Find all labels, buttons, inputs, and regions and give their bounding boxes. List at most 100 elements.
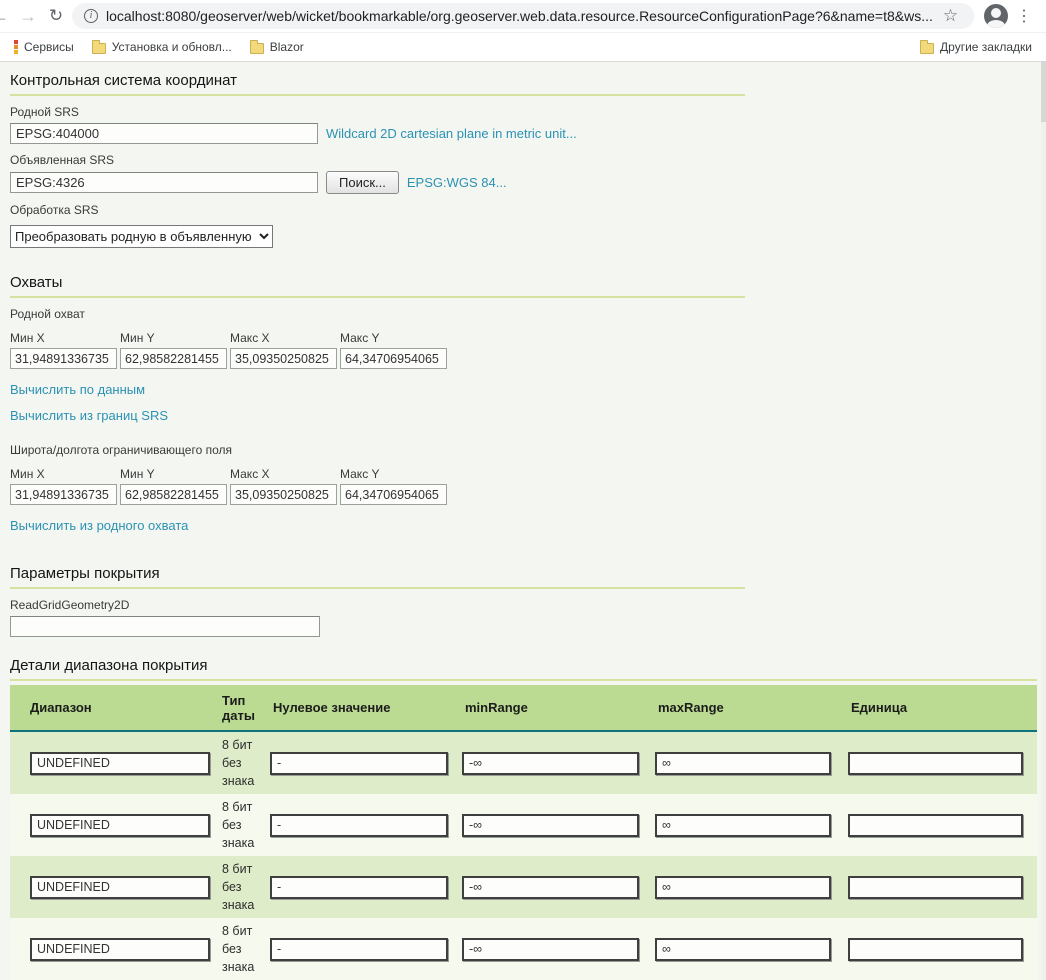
native-bbox-inputs: [10, 348, 1037, 369]
min-range-input[interactable]: [462, 938, 639, 961]
native-bbox-label: Родной охват: [10, 307, 1037, 321]
url-text[interactable]: localhost:8080/geoserver/web/wicket/book…: [106, 8, 933, 24]
services-icon: [14, 40, 18, 54]
reload-icon[interactable]: ↻: [44, 6, 68, 26]
max-range-input[interactable]: [655, 876, 831, 899]
col-maxrange: maxRange: [655, 700, 848, 715]
min-range-input[interactable]: [462, 876, 639, 899]
back-icon[interactable]: ←: [0, 6, 12, 27]
native-bbox-axis-labels: Мин X Мин Y Макс X Макс Y: [10, 331, 1037, 345]
latlon-max-y-input[interactable]: [340, 484, 447, 505]
null-value-input[interactable]: [270, 814, 448, 837]
band-datatype-text: 8 бит без знака: [222, 860, 268, 914]
forward-icon[interactable]: →: [16, 6, 40, 27]
native-max-y-input[interactable]: [340, 348, 447, 369]
max-range-input[interactable]: [655, 938, 831, 961]
band-table-row: 8 бит без знака: [10, 732, 1037, 794]
col-unit: Единица: [848, 700, 1037, 715]
declared-srs-label: Объявленная SRS: [10, 153, 1037, 167]
band-datatype-text: 8 бит без знака: [222, 736, 268, 790]
native-srs-input[interactable]: [10, 123, 318, 144]
readgridgeometry-label: ReadGridGeometry2D: [10, 598, 1037, 612]
unit-input[interactable]: [848, 938, 1023, 961]
min-range-input[interactable]: [462, 814, 639, 837]
bookmark-services[interactable]: Сервисы: [8, 38, 80, 56]
bookmark-label: Blazor: [270, 40, 304, 54]
native-min-y-input[interactable]: [120, 348, 227, 369]
min-x-label: Мин X: [10, 467, 117, 481]
latlon-bbox-inputs: [10, 484, 1037, 505]
menu-dots-icon[interactable]: ⋮: [1012, 6, 1036, 26]
max-y-label: Макс Y: [340, 467, 447, 481]
declared-srs-input[interactable]: [10, 172, 318, 193]
readgridgeometry-input[interactable]: [10, 616, 320, 637]
srs-handling-select[interactable]: Преобразовать родную в объявленную: [10, 225, 273, 248]
band-table-row: 8 бит без знака: [10, 856, 1037, 918]
latlon-bbox-label: Широта/долгота ограничивающего поля: [10, 443, 1037, 457]
bookmark-label: Установка и обновл...: [112, 40, 232, 54]
band-name-input[interactable]: [30, 752, 210, 775]
null-value-input[interactable]: [270, 752, 448, 775]
unit-input[interactable]: [848, 814, 1023, 837]
srs-handling-label: Обработка SRS: [10, 203, 1037, 217]
band-table-row: 8 бит без знака: [10, 794, 1037, 856]
declared-srs-description-link[interactable]: EPSG:WGS 84...: [407, 175, 507, 190]
max-x-label: Макс X: [230, 467, 337, 481]
compute-from-data-link[interactable]: Вычислить по данным: [10, 382, 145, 397]
band-name-input[interactable]: [30, 814, 210, 837]
unit-input[interactable]: [848, 752, 1023, 775]
native-srs-label: Родной SRS: [10, 105, 1037, 119]
min-y-label: Мин Y: [120, 467, 227, 481]
unit-input[interactable]: [848, 876, 1023, 899]
address-bar[interactable]: i localhost:8080/geoserver/web/wicket/bo…: [72, 3, 974, 29]
folder-icon: [92, 43, 106, 54]
band-table-row: 8 бит без знака: [10, 918, 1037, 980]
max-range-input[interactable]: [655, 752, 831, 775]
folder-icon: [920, 43, 934, 54]
latlon-bbox-axis-labels: Мин X Мин Y Макс X Макс Y: [10, 467, 1037, 481]
bookmark-blazor-folder[interactable]: Blazor: [244, 38, 310, 56]
min-range-input[interactable]: [462, 752, 639, 775]
band-name-input[interactable]: [30, 876, 210, 899]
max-y-label: Макс Y: [340, 331, 447, 345]
profile-avatar[interactable]: [984, 4, 1008, 28]
coverage-params-section-title: Параметры покрытия: [10, 559, 745, 589]
native-srs-description-link[interactable]: Wildcard 2D cartesian plane in metric un…: [326, 126, 577, 141]
band-datatype-text: 8 бит без знака: [222, 798, 268, 852]
max-range-input[interactable]: [655, 814, 831, 837]
bookmarks-bar: Сервисы Установка и обновл... Blazor Дру…: [0, 33, 1046, 62]
bookmark-label: Другие закладки: [940, 40, 1032, 54]
native-min-x-input[interactable]: [10, 348, 117, 369]
col-nullvalue: Нулевое значение: [270, 700, 462, 715]
latlon-min-y-input[interactable]: [120, 484, 227, 505]
col-datatype: Тип даты: [222, 693, 270, 723]
bookmark-other-folder[interactable]: Другие закладки: [914, 38, 1038, 56]
band-table-header: Диапазон Тип даты Нулевое значение minRa…: [10, 685, 1037, 732]
native-max-x-input[interactable]: [230, 348, 337, 369]
min-x-label: Мин X: [10, 331, 117, 345]
browser-toolbar: ← → ↻ i localhost:8080/geoserver/web/wic…: [0, 0, 1046, 33]
extents-section-title: Охваты: [10, 268, 745, 298]
null-value-input[interactable]: [270, 876, 448, 899]
latlon-min-x-input[interactable]: [10, 484, 117, 505]
max-x-label: Макс X: [230, 331, 337, 345]
min-y-label: Мин Y: [120, 331, 227, 345]
bookmark-star-icon[interactable]: ☆: [941, 6, 960, 26]
band-datatype-text: 8 бит без знака: [222, 922, 268, 976]
resource-configuration-page: Контрольная система координат Родной SRS…: [0, 62, 1046, 980]
page-scrollbar[interactable]: [1041, 62, 1046, 980]
page-info-icon[interactable]: i: [84, 9, 98, 23]
srs-section-title: Контрольная система координат: [10, 66, 745, 96]
latlon-max-x-input[interactable]: [230, 484, 337, 505]
compute-from-native-bounds-link[interactable]: Вычислить из родного охвата: [10, 518, 188, 533]
srs-search-button[interactable]: Поиск...: [326, 171, 399, 194]
col-band: Диапазон: [10, 700, 222, 715]
range-section-title: Детали диапазона покрытия: [10, 651, 1037, 681]
col-minrange: minRange: [462, 700, 655, 715]
compute-from-srs-bounds-link[interactable]: Вычислить из границ SRS: [10, 408, 168, 423]
folder-icon: [250, 43, 264, 54]
bookmark-install-folder[interactable]: Установка и обновл...: [86, 38, 238, 56]
band-name-input[interactable]: [30, 938, 210, 961]
null-value-input[interactable]: [270, 938, 448, 961]
bookmark-label: Сервисы: [24, 40, 74, 54]
